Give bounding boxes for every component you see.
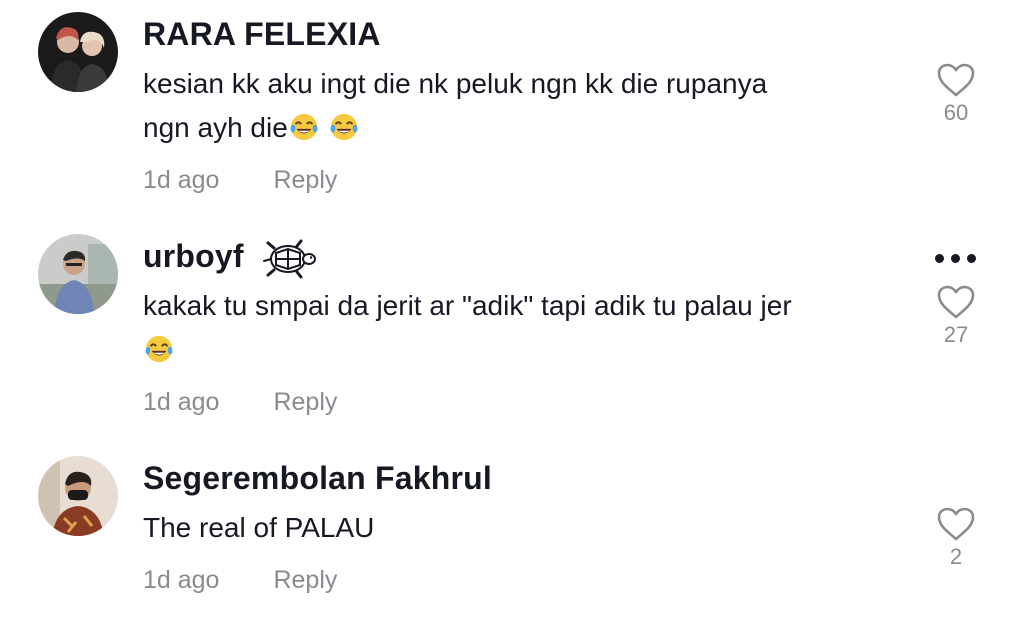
face-with-tears-of-joy-icon <box>330 113 357 141</box>
comment-text-line <box>143 328 903 372</box>
avatar-person-mask-icon <box>38 456 118 536</box>
comment-item: RARA FELEXIA kesian kk aku ingt die nk p… <box>0 0 1026 210</box>
comment-timestamp: 1d ago <box>143 566 220 594</box>
like-button[interactable]: 27 <box>932 284 980 348</box>
heart-outline-icon <box>937 285 975 319</box>
heart-outline-icon <box>937 507 975 541</box>
comment-text: kakak tu smpai da jerit ar "adik" tapi a… <box>143 284 903 372</box>
heart-outline-icon <box>937 63 975 97</box>
comment-text-segment: ngn ayh die <box>143 112 288 143</box>
comment-text-line: The real of PALAU <box>143 512 375 543</box>
avatar-person-icon <box>38 234 118 314</box>
comment-timestamp: 1d ago <box>143 388 220 416</box>
like-button[interactable]: 60 <box>932 62 980 126</box>
reply-button[interactable]: Reply <box>273 166 337 194</box>
comment-text-line: ngn ayh die <box>143 106 903 150</box>
comment-text: The real of PALAU <box>143 506 903 550</box>
comment-item: Segerembolan Fakhrul The real of PALAU 2… <box>0 440 1026 620</box>
avatar[interactable] <box>38 234 118 314</box>
comment-username-text: urboyf <box>143 238 244 274</box>
face-with-tears-of-joy-icon <box>290 113 318 141</box>
more-options-icon[interactable] <box>935 254 977 264</box>
comment-text-line: kakak tu smpai da jerit ar "adik" tapi a… <box>143 290 792 321</box>
reply-button[interactable]: Reply <box>273 566 337 594</box>
comment-item: urboyf kakak tu smpai da jerit ar "adik"… <box>0 210 1026 440</box>
comment-text: kesian kk aku ingt die nk peluk ngn kk d… <box>143 62 903 150</box>
avatar-two-people-icon <box>38 12 118 92</box>
like-button[interactable]: 2 <box>932 506 980 570</box>
like-count: 60 <box>943 100 969 125</box>
avatar[interactable] <box>38 456 118 536</box>
comment-meta: 1d ago Reply <box>143 566 337 595</box>
face-with-tears-of-joy-icon <box>145 335 173 363</box>
comment-timestamp: 1d ago <box>143 166 220 194</box>
turtle-icon <box>262 239 316 279</box>
like-count: 27 <box>943 322 969 347</box>
like-count: 2 <box>949 544 963 569</box>
comment-username[interactable]: urboyf <box>143 238 317 279</box>
comment-text-line: kesian kk aku ingt die nk peluk ngn kk d… <box>143 68 768 99</box>
comment-meta: 1d ago Reply <box>143 388 337 417</box>
comment-username[interactable]: RARA FELEXIA <box>143 16 381 53</box>
reply-button[interactable]: Reply <box>273 388 337 416</box>
avatar[interactable] <box>38 12 118 92</box>
comment-username[interactable]: Segerembolan Fakhrul <box>143 460 492 497</box>
comment-meta: 1d ago Reply <box>143 166 337 195</box>
